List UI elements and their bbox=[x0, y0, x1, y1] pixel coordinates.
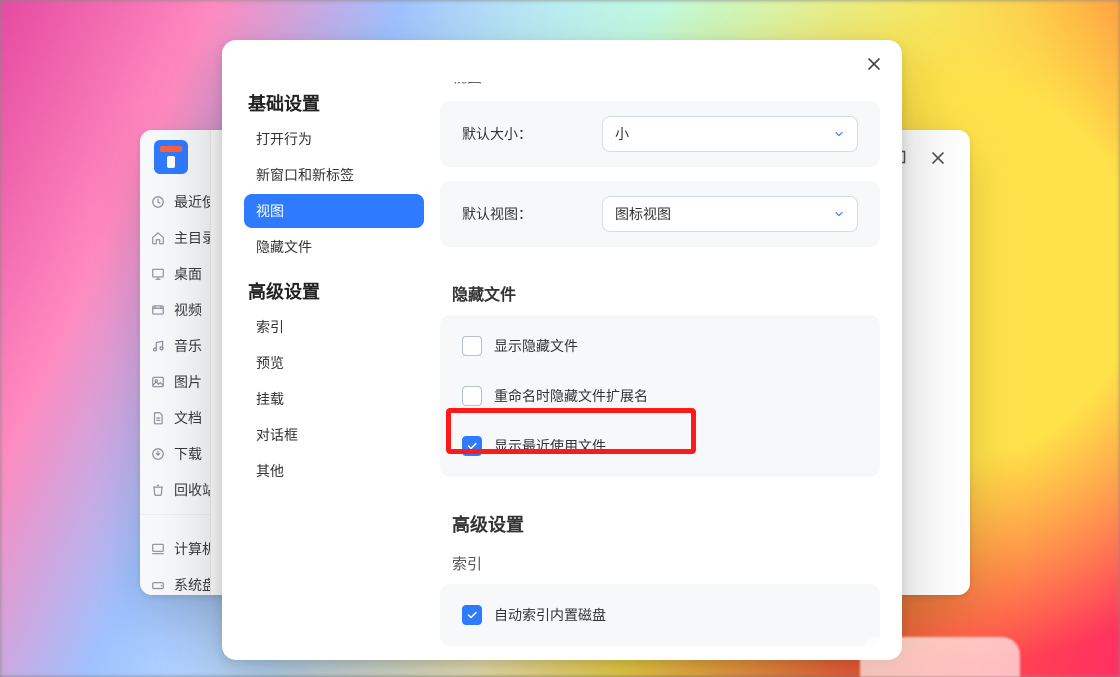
settings-nav: 基础设置打开行为新窗口和新标签视图隐藏文件高级设置索引预览挂载对话框其他 bbox=[222, 82, 434, 660]
sidebar-item-clock[interactable]: 最近使用 bbox=[140, 184, 210, 220]
checkbox-row[interactable]: 自动索引内置磁盘 bbox=[446, 590, 874, 640]
checkbox[interactable] bbox=[462, 436, 482, 456]
nav-item[interactable]: 索引 bbox=[244, 310, 424, 344]
checkbox-label: 自动索引内置磁盘 bbox=[494, 605, 606, 625]
sidebar-item-label: 图片 bbox=[174, 372, 202, 392]
sidebar-item-music[interactable]: 音乐 bbox=[140, 328, 210, 364]
sidebar-item-label: 音乐 bbox=[174, 336, 202, 356]
sidebar-item-picture[interactable]: 图片 bbox=[140, 364, 210, 400]
picture-icon bbox=[150, 374, 166, 390]
sidebar-item-computer[interactable]: 计算机 bbox=[140, 531, 210, 567]
nav-item[interactable]: 打开行为 bbox=[244, 122, 424, 156]
index-options: 自动索引内置磁盘 bbox=[440, 584, 880, 646]
select-value: 图标视图 bbox=[615, 204, 671, 224]
default-view-row: 默认视图： 图标视图 bbox=[446, 187, 874, 241]
hidden-files-options: 显示隐藏文件重命名时隐藏文件扩展名显示最近使用文件 bbox=[440, 315, 880, 477]
sidebar-item-label: 最近使用 bbox=[174, 192, 210, 212]
checkbox-row[interactable]: 显示最近使用文件 bbox=[446, 421, 874, 471]
taskbar-hint bbox=[860, 637, 1020, 677]
row-label: 默认大小： bbox=[462, 124, 532, 144]
sidebar-item-label: 桌面 bbox=[174, 264, 202, 284]
section-title-index: 索引 bbox=[452, 553, 880, 574]
settings-dialog: 基础设置打开行为新窗口和新标签视图隐藏文件高级设置索引预览挂载对话框其他 视图默… bbox=[222, 40, 902, 660]
file-manager-sidebar: 最近使用主目录桌面视频音乐图片文档下载回收站 计算机系统盘 bbox=[140, 130, 211, 595]
nav-section-title: 基础设置 bbox=[248, 90, 424, 116]
sidebar-item-label: 视频 bbox=[174, 300, 202, 320]
sidebar-divider bbox=[140, 514, 210, 525]
checkbox[interactable] bbox=[462, 386, 482, 406]
section-title-view: 视图 bbox=[452, 82, 880, 87]
sidebar-item-document[interactable]: 文档 bbox=[140, 400, 210, 436]
dialog-close-button[interactable] bbox=[860, 50, 888, 78]
section-title-advanced: 高级设置 bbox=[452, 511, 880, 537]
nav-item[interactable]: 挂载 bbox=[244, 382, 424, 416]
section-title-hidden-files: 隐藏文件 bbox=[452, 281, 880, 305]
chevron-down-icon bbox=[833, 208, 845, 220]
sidebar-item-label: 下载 bbox=[174, 444, 202, 464]
sidebar-item-label: 文档 bbox=[174, 408, 202, 428]
default-size-row-select[interactable]: 小 bbox=[602, 116, 858, 152]
close-button[interactable] bbox=[924, 144, 952, 172]
desktop-icon bbox=[150, 266, 166, 282]
sidebar-item-desktop[interactable]: 桌面 bbox=[140, 256, 210, 292]
checkbox-row[interactable]: 显示隐藏文件 bbox=[446, 321, 874, 371]
download-icon bbox=[150, 446, 166, 462]
row-label: 默认视图： bbox=[462, 204, 532, 224]
clock-icon bbox=[150, 194, 166, 210]
sidebar-item-label: 计算机 bbox=[174, 539, 210, 559]
default-view-row-select[interactable]: 图标视图 bbox=[602, 196, 858, 232]
sidebar-item-label: 系统盘 bbox=[174, 575, 210, 595]
document-icon bbox=[150, 410, 166, 426]
select-value: 小 bbox=[615, 124, 629, 144]
default-size-row: 默认大小： 小 bbox=[446, 107, 874, 161]
nav-item[interactable]: 视图 bbox=[244, 194, 424, 228]
sidebar-item-download[interactable]: 下载 bbox=[140, 436, 210, 472]
computer-icon bbox=[150, 541, 166, 557]
checkbox-row[interactable]: 重命名时隐藏文件扩展名 bbox=[446, 371, 874, 421]
nav-item[interactable]: 新窗口和新标签 bbox=[244, 158, 424, 192]
settings-content: 视图默认大小： 小默认视图： 图标视图隐藏文件显示隐藏文件重命名时隐藏文件扩展名显示… bbox=[434, 82, 902, 660]
nav-section-title: 高级设置 bbox=[248, 278, 424, 304]
checkbox[interactable] bbox=[462, 336, 482, 356]
file-manager-logo-icon bbox=[154, 140, 188, 174]
checkbox[interactable] bbox=[462, 605, 482, 625]
video-icon bbox=[150, 302, 166, 318]
nav-item[interactable]: 其他 bbox=[244, 454, 424, 488]
sidebar-item-label: 主目录 bbox=[174, 228, 210, 248]
home-icon bbox=[150, 230, 166, 246]
checkbox-label: 显示最近使用文件 bbox=[494, 436, 606, 456]
chevron-down-icon bbox=[833, 128, 845, 140]
nav-item[interactable]: 隐藏文件 bbox=[244, 230, 424, 264]
dialog-titlebar bbox=[222, 40, 902, 82]
sidebar-item-disk[interactable]: 系统盘 bbox=[140, 567, 210, 595]
nav-item[interactable]: 对话框 bbox=[244, 418, 424, 452]
disk-icon bbox=[150, 577, 166, 593]
sidebar-item-label: 回收站 bbox=[174, 480, 210, 500]
sidebar-item-video[interactable]: 视频 bbox=[140, 292, 210, 328]
nav-item[interactable]: 预览 bbox=[244, 346, 424, 380]
trash-icon bbox=[150, 482, 166, 498]
checkbox-label: 显示隐藏文件 bbox=[494, 336, 578, 356]
music-icon bbox=[150, 338, 166, 354]
sidebar-item-home[interactable]: 主目录 bbox=[140, 220, 210, 256]
sidebar-item-trash[interactable]: 回收站 bbox=[140, 472, 210, 508]
checkbox-label: 重命名时隐藏文件扩展名 bbox=[494, 386, 648, 406]
